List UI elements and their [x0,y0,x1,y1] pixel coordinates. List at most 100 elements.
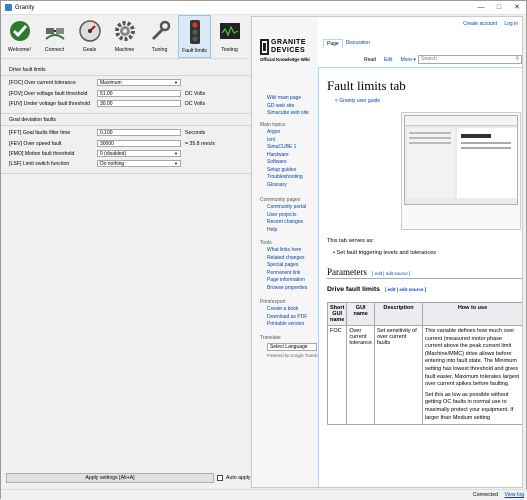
column-header: Short GUI name [326,302,348,326]
nav-link[interactable]: User projects [260,212,306,220]
nav-link[interactable]: Software [260,159,303,167]
divider [1,75,251,76]
fov-row: [FOV] Over voltage fault threshold 51.00… [9,89,205,98]
nav-link[interactable]: Setup guides [260,167,303,175]
fft-input[interactable]: 0.100 [97,128,181,137]
toolbar-label: Connect [44,47,65,53]
column-header: How to use [422,302,522,326]
lsf-select[interactable]: Do nothing ▼ [97,159,181,168]
toolbar-testing-button[interactable]: Testing [213,15,246,58]
fmo-select[interactable]: 0 (disabled) ▼ [97,149,181,158]
lsf-label: [LSF] Limit switch function [9,160,70,167]
nav-link[interactable]: What links here [260,247,307,255]
cell-how: This variable defines how much over curr… [422,324,522,426]
fev-input[interactable]: 30000 [97,139,181,148]
maximize-icon[interactable]: □ [490,1,508,15]
nav-link[interactable]: Browse properties [260,285,307,293]
fov-unit: DC Volts [185,90,206,97]
tab-edit[interactable]: Edit [380,57,397,63]
foc-select[interactable]: Maximum ▼ [97,78,181,87]
granity-window: Granity — □ ✕ Welcome! Connect Goals Mac… [0,0,527,500]
account-links: Create account Log in [457,21,518,27]
nav-link[interactable]: Special pages [260,262,307,270]
nav-link[interactable]: Printable version [260,321,307,329]
toolbar-connect-button[interactable]: Connect [38,15,71,58]
parameters-table: Short GUI name GUI name Description How … [326,302,522,426]
fov-input[interactable]: 51.00 [97,89,181,98]
toolbar-label: Fault limits [182,48,207,54]
foc-row: [FOC] Over current tolerance Maximum ▼ [9,78,181,87]
page-tabs: Page Discussion [323,39,373,48]
nav-link[interactable]: Permanent link [260,270,307,278]
nav-link[interactable]: Argon [260,129,303,137]
granite-devices-logo[interactable]: GRANITE DEVICES Official Knowledge Wiki [260,37,318,69]
nav-link[interactable]: SimuCUBE 1 [260,144,303,152]
edit-link[interactable]: edit [388,287,396,292]
window-title: Granity [15,4,35,11]
nav-link[interactable]: GD web site [260,103,309,111]
fault-limits-panel: Drive fault limits [FOC] Over current to… [1,59,251,489]
apply-settings-button[interactable]: Apply settings [Alt+A] [6,473,214,483]
nav-link[interactable]: Community portal [260,204,306,212]
wrench-icon [148,18,172,44]
tab-more[interactable]: More ▾ [397,57,420,63]
nav-link[interactable]: Help [260,227,306,235]
gear-icon [113,18,137,44]
table-header-row: Short GUI name GUI name Description How … [326,302,522,326]
fev-row: [FEV] Over speed fault 30000 = 35.8 revs… [9,139,215,148]
nav-link[interactable]: Create a book [260,306,307,314]
traffic-light-icon [183,19,207,45]
fev-label: [FEV] Over speed fault [9,140,62,147]
tab-read[interactable]: Read [360,57,380,63]
minimize-icon[interactable]: — [472,1,490,15]
divider [1,173,251,174]
close-icon[interactable]: ✕ [508,1,526,15]
page-title: Fault limits tab [327,78,406,93]
toolbar-goals-button[interactable]: Goals [73,15,106,58]
language-select[interactable]: Select Language [267,343,317,351]
screenshot-thumbnail[interactable] [401,112,521,230]
nav-heading: Tools [260,240,272,246]
tab-page[interactable]: Page [323,39,343,48]
nav-link[interactable]: Simucube web site [260,110,309,118]
toolbar-tuning-button[interactable]: Tuning [143,15,176,58]
drive-fault-heading: Drive fault limits [9,67,46,73]
nav-link[interactable]: Glossary [260,182,303,190]
nav-link[interactable]: Hardware [260,152,303,160]
view-tabs: Read Edit More ▾ [360,57,420,63]
breadcrumb-link[interactable]: < Granity user guide [335,98,380,104]
wiki-search-input[interactable]: Search ⚲ [418,55,522,64]
view-log-link[interactable]: View log [504,492,524,498]
bullet-item: • Set fault triggering levels and tolera… [333,250,437,256]
fmo-label: [FMO] Motion fault threshold [9,150,75,157]
parameters-heading: Parameters [ edit | edit source ] [327,267,522,279]
nav-heading: Main topics [260,122,286,128]
nav-link[interactable]: Download as PDF [260,314,307,322]
edit-source-link[interactable]: edit source [399,287,423,292]
nav-topics: Main topics Argon Ioni SimuCUBE 1 Hardwa… [260,122,303,189]
tab-discussion[interactable]: Discussion [343,39,373,48]
wiki-browser-panel: GRANITE DEVICES Official Knowledge Wiki … [251,16,523,488]
toolbar-welcome-button[interactable]: Welcome! [3,15,36,58]
edit-source-link[interactable]: edit source [386,271,408,276]
nav-link[interactable]: Troubleshooting [260,174,303,182]
status-bar: Connected View log [1,489,527,500]
toolbar-fault-limits-button[interactable]: Fault limits [178,15,211,58]
checkbox-box[interactable] [217,475,223,481]
toolbar-machine-button[interactable]: Machine [108,15,141,58]
nav-link[interactable]: Wiki main page [260,95,309,103]
fuv-input[interactable]: 30.00 [97,99,181,108]
create-account-link[interactable]: Create account [463,21,497,27]
nav-link[interactable]: Ioni [260,137,303,145]
chevron-down-icon: ▼ [174,160,178,166]
search-icon[interactable]: ⚲ [515,56,519,63]
nav-link[interactable]: Recent changes [260,219,306,227]
login-link[interactable]: Log in [504,21,518,27]
auto-apply-checkbox[interactable]: Auto apply [217,475,251,481]
nav-translate: Translate [260,335,281,342]
nav-link[interactable]: Page information [260,277,307,285]
nav-link[interactable]: Related changes [260,255,307,263]
column-header: Description [374,302,423,326]
toolbar-label: Tuning [151,47,168,53]
edit-link[interactable]: edit [375,271,382,276]
